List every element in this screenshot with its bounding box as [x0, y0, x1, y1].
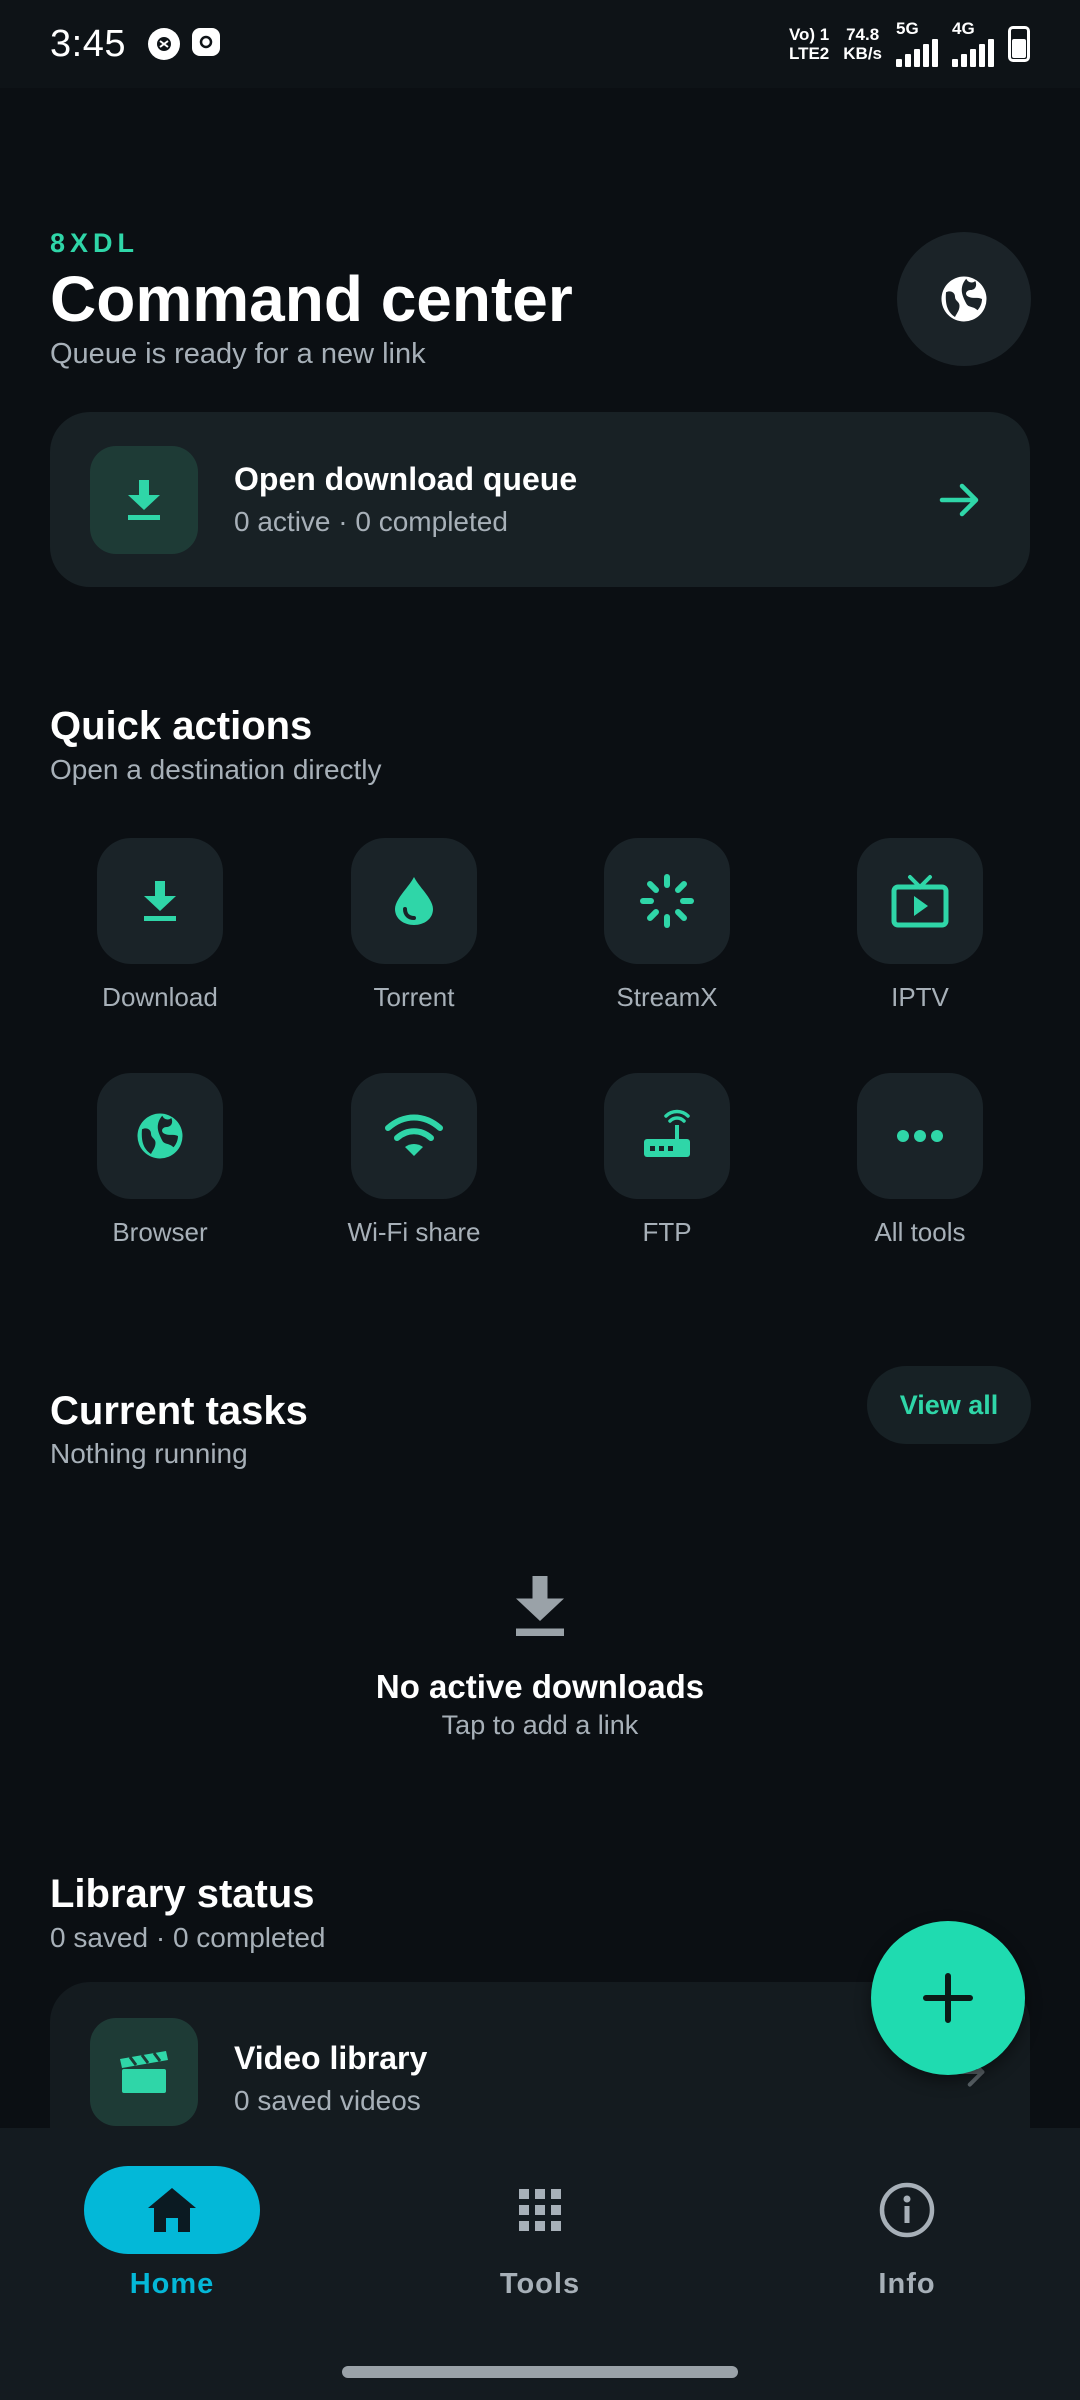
battery-icon	[1008, 26, 1030, 62]
router-icon	[604, 1073, 730, 1199]
nav-tools-label: Tools	[499, 2268, 581, 2300]
network-speed: 74.8 KB/s	[843, 25, 882, 63]
download-icon	[90, 445, 198, 554]
tool-torrent[interactable]: Torrent	[314, 838, 514, 1013]
brand-label: 8XDL	[50, 228, 140, 258]
download-icon	[97, 838, 223, 964]
clapperboard-icon	[90, 2018, 198, 2126]
current-tasks-subtitle: Nothing running	[50, 1438, 248, 1469]
empty-state-title[interactable]: No active downloads	[0, 1668, 1080, 1706]
tool-label: FTP	[642, 1217, 692, 1247]
tool-wifi-share[interactable]: Wi-Fi share	[314, 1073, 514, 1248]
tool-streamx[interactable]: StreamX	[567, 838, 767, 1013]
grid-icon	[452, 2166, 628, 2254]
library-card-title: Video library	[234, 2040, 428, 2076]
info-icon	[819, 2166, 995, 2254]
bottom-navigation: Home Tools Info	[0, 2128, 1080, 2400]
home-icon	[84, 2166, 260, 2254]
plus-icon	[923, 1973, 973, 2023]
nav-home[interactable]: Home	[52, 2166, 292, 2301]
nav-info-label: Info	[878, 2268, 936, 2300]
empty-state-subtitle[interactable]: Tap to add a link	[0, 1710, 1080, 1741]
notification-app-icon	[147, 28, 180, 60]
tool-browser[interactable]: Browser	[60, 1073, 260, 1248]
page-subtitle: Queue is ready for a new link	[50, 338, 426, 370]
tool-label: StreamX	[616, 982, 718, 1012]
status-time: 3:45	[50, 22, 126, 65]
nav-home-label: Home	[129, 2268, 215, 2300]
volte-indicator: Vo) 1 LTE2	[788, 25, 830, 63]
tool-label: IPTV	[891, 982, 949, 1012]
tool-label: Browser	[112, 1217, 208, 1247]
library-status-subtitle: 0 saved · 0 completed	[50, 1922, 326, 1953]
tool-label: Wi-Fi share	[347, 1217, 481, 1247]
queue-card-subtitle: 0 active · 0 completed	[234, 506, 508, 537]
wifi-icon	[351, 1073, 477, 1199]
arrow-right-icon	[939, 483, 979, 516]
tool-download[interactable]: Download	[60, 838, 260, 1013]
droplet-icon	[351, 838, 477, 964]
quick-actions-title: Quick actions	[50, 704, 313, 748]
tool-ftp[interactable]: FTP	[567, 1073, 767, 1248]
globe-icon	[97, 1073, 223, 1199]
queue-card-title: Open download queue	[234, 461, 578, 497]
nav-info[interactable]: Info	[787, 2166, 1027, 2301]
more-icon	[857, 1073, 983, 1199]
status-bar: 3:45 Vo) 1 LTE2 74.8 KB/s 5G 4G	[0, 0, 1080, 88]
signal-4g: 4G	[952, 20, 994, 67]
download-queue-card[interactable]: Open download queue 0 active · 0 complet…	[50, 412, 1030, 587]
download-icon	[505, 1570, 575, 1647]
library-card-subtitle: 0 saved videos	[234, 2085, 421, 2116]
quick-actions-subtitle: Open a destination directly	[50, 754, 382, 785]
tool-all-tools[interactable]: All tools	[820, 1073, 1020, 1248]
signal-5g: 5G	[896, 20, 938, 67]
view-all-button[interactable]: View all	[867, 1366, 1031, 1444]
notification-gear-icon	[191, 28, 220, 56]
library-status-title: Library status	[50, 1872, 315, 1916]
loader-icon	[604, 838, 730, 964]
tool-label: Download	[102, 982, 218, 1012]
tool-label: All tools	[874, 1217, 966, 1247]
tool-iptv[interactable]: IPTV	[820, 838, 1020, 1013]
globe-icon	[941, 276, 987, 322]
browser-button[interactable]	[897, 232, 1031, 366]
page-title: Command center	[50, 263, 573, 335]
tv-icon	[857, 838, 983, 964]
nav-tools[interactable]: Tools	[420, 2166, 660, 2301]
current-tasks-title: Current tasks	[50, 1389, 308, 1433]
tool-label: Torrent	[373, 982, 455, 1012]
app-screen: 3:45 Vo) 1 LTE2 74.8 KB/s 5G 4G 8XDL Com…	[0, 0, 1080, 2400]
add-link-fab[interactable]	[871, 1921, 1025, 2075]
home-indicator[interactable]	[342, 2366, 738, 2378]
